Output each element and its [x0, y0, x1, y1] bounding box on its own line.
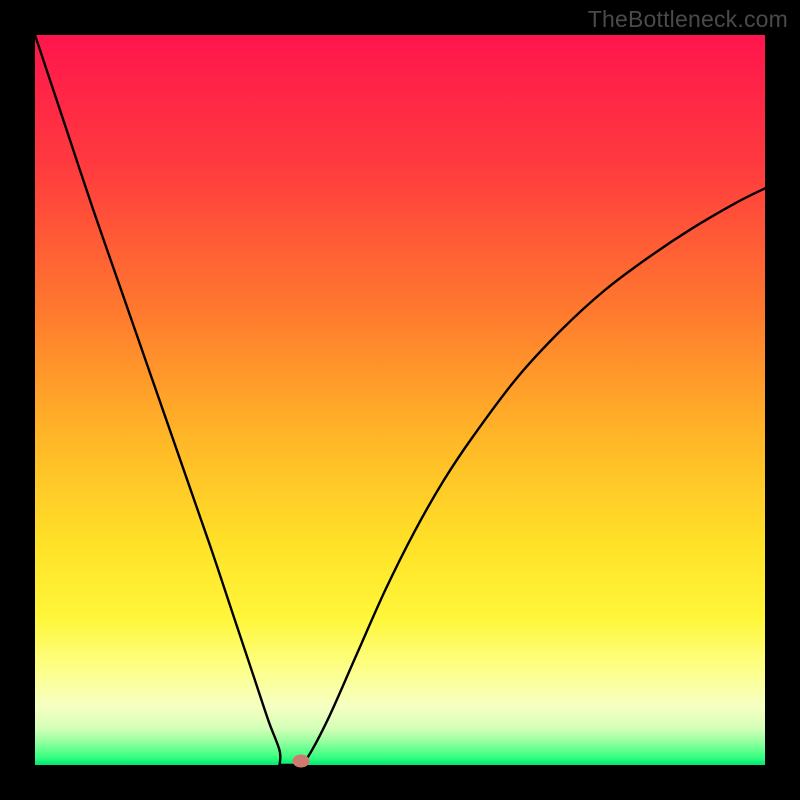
- plot-area: [35, 35, 765, 765]
- bottleneck-curve: [35, 35, 765, 766]
- chart-frame: TheBottleneck.com: [0, 0, 800, 800]
- curve-svg: [35, 35, 765, 765]
- optimum-marker: [293, 755, 310, 768]
- watermark-text: TheBottleneck.com: [588, 6, 788, 33]
